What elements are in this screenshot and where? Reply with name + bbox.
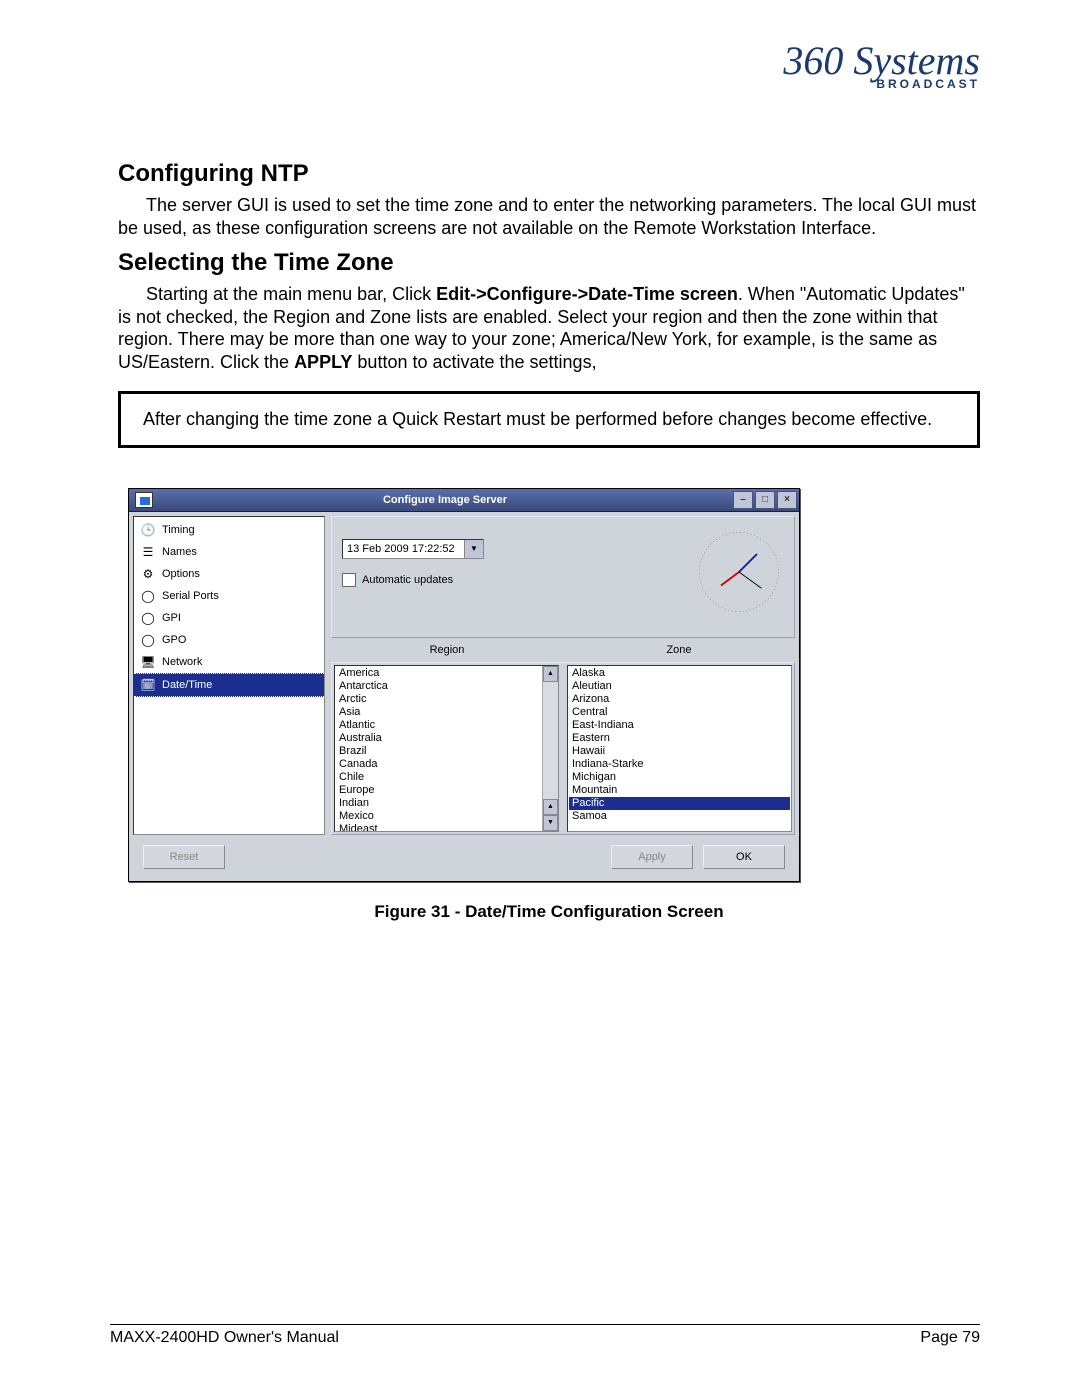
sidebar-item-label: GPI xyxy=(162,612,181,624)
titlebar[interactable]: Configure Image Server – □ × xyxy=(129,489,799,512)
datetime-field[interactable]: 13 Feb 2009 17:22:52 ▼ xyxy=(342,539,484,559)
footer-right: Page 79 xyxy=(920,1329,980,1347)
list-item[interactable]: Mideast xyxy=(336,823,541,831)
sidebar-item-label: Serial Ports xyxy=(162,590,219,602)
list-item[interactable]: Hawaii xyxy=(569,745,790,758)
list-item[interactable]: Aleutian xyxy=(569,680,790,693)
sidebar-item-serial-ports[interactable]: ◯ Serial Ports xyxy=(134,585,324,607)
options-icon: ⚙ xyxy=(140,566,156,582)
list-item[interactable]: Indiana-Starke xyxy=(569,758,790,771)
apply-button[interactable]: Apply xyxy=(611,845,693,869)
brand-logo: 360 Systems BROADCAST xyxy=(783,45,980,91)
reset-button[interactable]: Reset xyxy=(143,845,225,869)
sidebar-item-timing[interactable]: 🕒 Timing xyxy=(134,519,324,541)
scroll-down-icon[interactable]: ▼ xyxy=(543,815,558,831)
list-item[interactable]: Eastern xyxy=(569,732,790,745)
chevron-down-icon[interactable]: ▼ xyxy=(464,540,483,558)
heading-configuring-ntp: Configuring NTP xyxy=(118,160,980,188)
heading-selecting-time-zone: Selecting the Time Zone xyxy=(118,249,980,277)
datetime-panel: 13 Feb 2009 17:22:52 ▼ Automatic updates xyxy=(331,516,795,638)
sidebar-item-label: Date/Time xyxy=(162,679,212,691)
list-item[interactable]: Arizona xyxy=(569,693,790,706)
list-item[interactable]: Alaska xyxy=(569,667,790,680)
scroll-up-icon[interactable]: ▲ xyxy=(543,799,558,815)
paragraph-2: Starting at the main menu bar, Click Edi… xyxy=(118,283,980,373)
list-item[interactable]: Europe xyxy=(336,784,541,797)
list-item[interactable]: Australia xyxy=(336,732,541,745)
maximize-button[interactable]: □ xyxy=(755,491,775,509)
gpi-icon: ◯ xyxy=(140,610,156,626)
window-title: Configure Image Server xyxy=(159,494,731,506)
list-item[interactable]: Mountain xyxy=(569,784,790,797)
sidebar-item-gpi[interactable]: ◯ GPI xyxy=(134,607,324,629)
scroll-up-icon[interactable]: ▲ xyxy=(543,666,558,682)
list-item[interactable]: Samoa xyxy=(569,810,790,823)
minimize-button[interactable]: – xyxy=(733,491,753,509)
dialog-footer: Reset Apply OK xyxy=(133,835,795,877)
list-item[interactable]: Brazil xyxy=(336,745,541,758)
names-icon: ☰ xyxy=(140,544,156,560)
sidebar-item-label: Timing xyxy=(162,524,195,536)
list-item[interactable]: Arctic xyxy=(336,693,541,706)
gpo-icon: ◯ xyxy=(140,632,156,648)
sidebar-item-names[interactable]: ☰ Names xyxy=(134,541,324,563)
network-icon: 🖥 xyxy=(140,654,156,670)
figure-caption: Figure 31 - Date/Time Configuration Scre… xyxy=(118,902,980,922)
list-item[interactable]: Antarctica xyxy=(336,680,541,693)
list-item[interactable]: Canada xyxy=(336,758,541,771)
analog-clock xyxy=(694,527,784,617)
list-item[interactable]: Indian xyxy=(336,797,541,810)
date-time-icon: 🗓 xyxy=(140,677,156,693)
sidebar-item-label: Network xyxy=(162,656,202,668)
logo-text: 360 Systems xyxy=(783,45,980,77)
zone-listbox[interactable]: AlaskaAleutianArizonaCentralEast-Indiana… xyxy=(567,665,792,832)
auto-updates-label: Automatic updates xyxy=(362,574,453,586)
sidebar-item-gpo[interactable]: ◯ GPO xyxy=(134,629,324,651)
datetime-value: 13 Feb 2009 17:22:52 xyxy=(343,543,464,555)
list-item[interactable]: Asia xyxy=(336,706,541,719)
sidebar-item-network[interactable]: 🖥 Network xyxy=(134,651,324,673)
list-item[interactable]: Mexico xyxy=(336,810,541,823)
serial-ports-icon: ◯ xyxy=(140,588,156,604)
list-item[interactable]: East-Indiana xyxy=(569,719,790,732)
auto-updates-checkbox[interactable] xyxy=(342,573,356,587)
ok-button[interactable]: OK xyxy=(703,845,785,869)
region-scrollbar[interactable]: ▲ ▲ ▼ xyxy=(542,666,558,831)
paragraph-1: The server GUI is used to set the time z… xyxy=(118,194,980,239)
zone-header: Zone xyxy=(563,644,795,656)
list-item[interactable]: Atlantic xyxy=(336,719,541,732)
sidebar-item-label: Names xyxy=(162,546,197,558)
sidebar-item-date-time[interactable]: 🗓 Date/Time xyxy=(134,673,324,697)
configure-image-server-dialog: Configure Image Server – □ × 🕒 Timing ☰ Nam… xyxy=(128,488,800,882)
close-button[interactable]: × xyxy=(777,491,797,509)
list-item[interactable]: Chile xyxy=(336,771,541,784)
region-listbox[interactable]: AmericaAntarcticaArcticAsiaAtlanticAustr… xyxy=(334,665,559,832)
window-icon xyxy=(135,492,153,508)
note-box: After changing the time zone a Quick Res… xyxy=(118,391,980,448)
sidebar-item-options[interactable]: ⚙ Options xyxy=(134,563,324,585)
sidebar-item-label: Options xyxy=(162,568,200,580)
region-header: Region xyxy=(331,644,563,656)
sidebar-item-label: GPO xyxy=(162,634,186,646)
sidebar: 🕒 Timing ☰ Names ⚙ Options ◯ Serial Ports ◯ GPI ◯ G… xyxy=(133,516,325,835)
list-item[interactable]: Central xyxy=(569,706,790,719)
page-footer: MAXX-2400HD Owner's Manual Page 79 xyxy=(110,1324,980,1347)
timing-icon: 🕒 xyxy=(140,522,156,538)
list-item[interactable]: Pacific xyxy=(569,797,790,810)
list-item[interactable]: Michigan xyxy=(569,771,790,784)
list-item[interactable]: America xyxy=(336,667,541,680)
footer-left: MAXX-2400HD Owner's Manual xyxy=(110,1329,339,1347)
